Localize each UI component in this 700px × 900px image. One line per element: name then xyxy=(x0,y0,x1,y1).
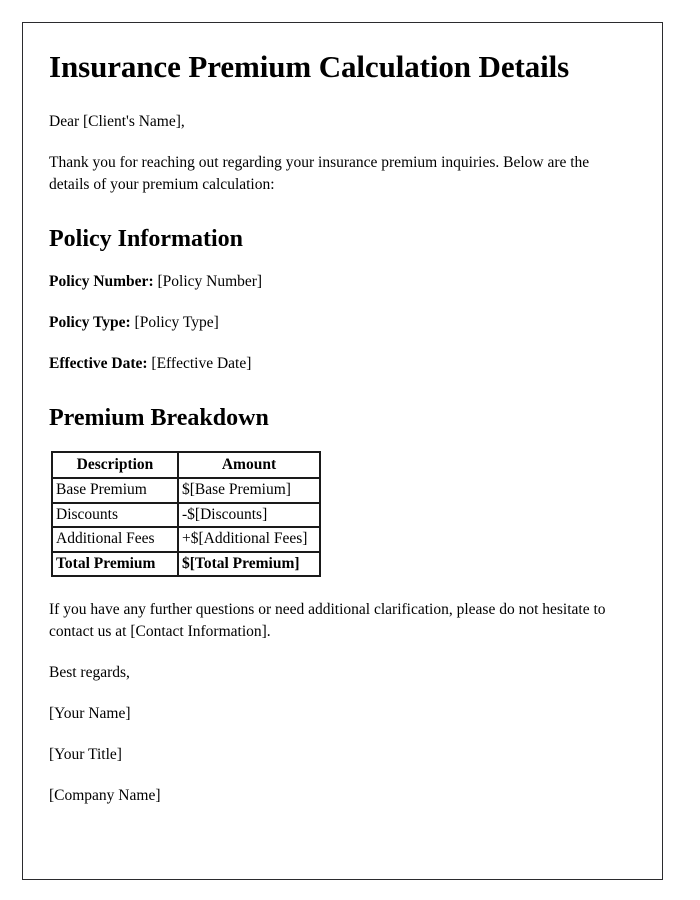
column-header-amount: Amount xyxy=(178,451,320,479)
policy-type-field: Policy Type: [Policy Type] xyxy=(49,312,624,334)
effective-date-value: [Effective Date] xyxy=(151,355,252,373)
table-row: Additional Fees +$[Additional Fees] xyxy=(52,527,320,552)
table-row: Discounts -$[Discounts] xyxy=(52,502,320,528)
cell-amount: +$[Additional Fees] xyxy=(178,527,320,552)
premium-breakdown-table: Description Amount Base Premium $[Base P… xyxy=(51,450,321,578)
cell-description: Base Premium xyxy=(52,478,178,503)
page-title: Insurance Premium Calculation Details xyxy=(49,49,570,84)
signature-title: [Your Title] xyxy=(49,746,122,764)
closing-regards: Best regards, xyxy=(49,664,130,682)
policy-number-value: [Policy Number] xyxy=(157,273,263,291)
policy-information-heading: Policy Information xyxy=(49,225,243,252)
effective-date-field: Effective Date: [Effective Date] xyxy=(49,353,624,375)
cell-amount: -$[Discounts] xyxy=(178,502,320,528)
cell-description: Discounts xyxy=(52,502,178,528)
cell-description-total: Total Premium xyxy=(52,551,178,577)
policy-type-value: [Policy Type] xyxy=(134,314,219,332)
premium-breakdown-heading: Premium Breakdown xyxy=(49,405,269,432)
salutation-text: Dear [Client's Name], xyxy=(49,112,185,130)
policy-number-label: Policy Number: xyxy=(49,273,154,291)
contact-paragraph: If you have any further questions or nee… xyxy=(49,601,606,641)
column-header-description: Description xyxy=(52,451,178,479)
table-header-row: Description Amount xyxy=(52,451,320,479)
document-page-frame: Insurance Premium Calculation Details De… xyxy=(22,22,663,880)
intro-paragraph: Thank you for reaching out regarding you… xyxy=(49,153,590,193)
document-body: Insurance Premium Calculation Details De… xyxy=(23,23,662,807)
policy-number-field: Policy Number: [Policy Number] xyxy=(49,271,624,293)
cell-amount: $[Base Premium] xyxy=(178,478,320,503)
signature-name: [Your Name] xyxy=(49,705,131,723)
effective-date-label: Effective Date: xyxy=(49,355,148,373)
policy-type-label: Policy Type: xyxy=(49,314,131,332)
signature-company: [Company Name] xyxy=(49,787,161,805)
table-row: Base Premium $[Base Premium] xyxy=(52,478,320,503)
cell-amount-total: $[Total Premium] xyxy=(178,551,320,577)
cell-description: Additional Fees xyxy=(52,527,178,552)
table-row-total: Total Premium $[Total Premium] xyxy=(52,551,320,577)
